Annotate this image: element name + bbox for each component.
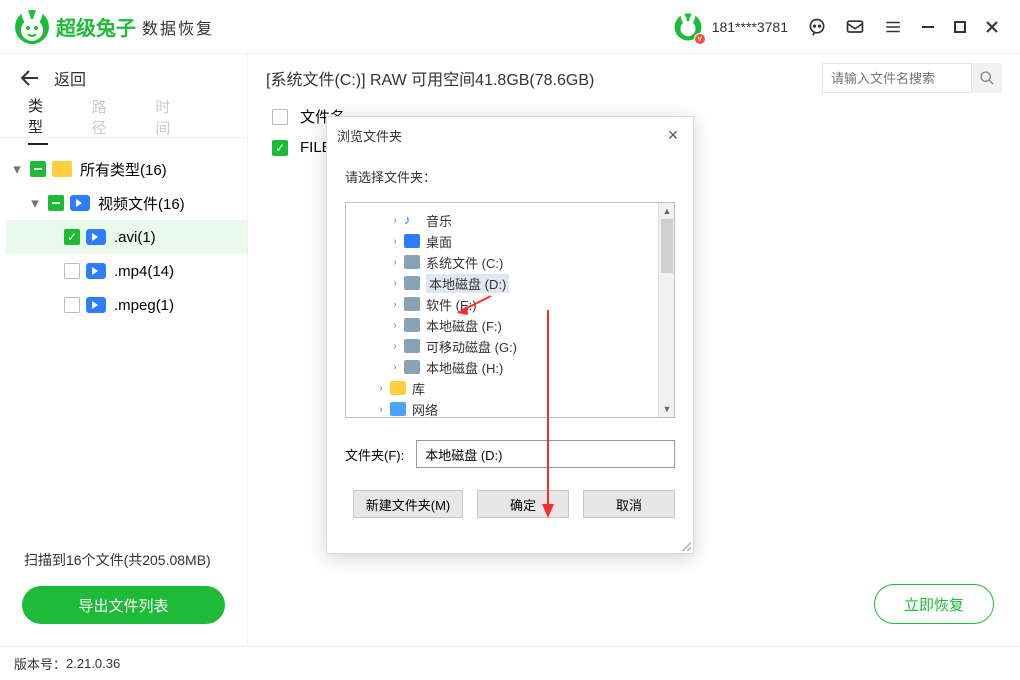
tree-item-desktop[interactable]: ›桌面 — [374, 231, 674, 251]
scroll-thumb[interactable] — [661, 219, 673, 273]
cancel-button[interactable]: 取消 — [583, 490, 675, 518]
dialog-scrollbar[interactable]: ▲ ▼ — [658, 203, 674, 417]
dialog-close-button[interactable]: × — [663, 125, 683, 146]
user-phone: 181****3781 — [712, 19, 788, 35]
checkbox[interactable] — [30, 161, 46, 177]
search-button[interactable] — [972, 63, 1002, 93]
tree-item-g[interactable]: ›可移动磁盘 (G:) — [374, 336, 674, 356]
tree-item-e[interactable]: ›软件 (E:) — [374, 294, 674, 314]
browse-folder-dialog: 浏览文件夹 × 请选择文件夹： ›♪音乐 ›桌面 ›系统文件 (C:) ›本地磁… — [326, 116, 694, 554]
checkbox[interactable] — [64, 229, 80, 245]
alert-badge-icon: v — [694, 33, 706, 45]
tree-label: .avi(1) — [114, 229, 156, 246]
tree-node-mp4[interactable]: .mp4(14) — [6, 254, 247, 288]
chevron-down-icon[interactable]: ▾ — [28, 194, 42, 212]
folder-tree: ›♪音乐 ›桌面 ›系统文件 (C:) ›本地磁盘 (D:) ›软件 (E:) … — [345, 202, 675, 418]
new-folder-button[interactable]: 新建文件夹(M) — [353, 490, 463, 518]
checkbox[interactable] — [64, 263, 80, 279]
checkbox[interactable] — [48, 195, 64, 211]
filter-tabbar: 类型 路径 时间 — [0, 102, 247, 138]
dialog-title: 浏览文件夹 — [337, 126, 402, 145]
tree-label: .mp4(14) — [114, 263, 174, 280]
tree-item-network[interactable]: ›网络 — [374, 399, 674, 418]
search-input[interactable] — [822, 63, 972, 93]
video-icon — [86, 297, 106, 313]
tab-time[interactable]: 时间 — [155, 96, 175, 144]
checkbox[interactable] — [272, 140, 288, 156]
type-tree: ▾ 所有类型(16) ▾ 视频文件(16) .avi(1) — [0, 138, 247, 322]
resize-grip-icon[interactable] — [679, 539, 691, 551]
tree-label: 视频文件(16) — [98, 193, 185, 214]
recover-button[interactable]: 立即恢复 — [874, 584, 994, 624]
scroll-up-icon[interactable]: ▲ — [659, 203, 675, 219]
user-avatar-icon[interactable]: v — [672, 11, 704, 43]
menu-icon[interactable] — [882, 16, 904, 38]
status-bar: 版本号： 2.21.0.36 — [0, 646, 1020, 680]
video-icon — [86, 263, 106, 279]
export-list-button[interactable]: 导出文件列表 — [22, 586, 225, 624]
scan-summary: 扫描到16个文件(共205.08MB) — [0, 524, 247, 586]
ok-button[interactable]: 确定 — [477, 490, 569, 518]
app-name: 超级兔子 — [56, 12, 136, 41]
chat-icon[interactable] — [806, 16, 828, 38]
scroll-down-icon[interactable]: ▼ — [659, 401, 675, 417]
video-icon — [86, 229, 106, 245]
tab-type[interactable]: 类型 — [28, 95, 48, 145]
checkbox[interactable] — [64, 297, 80, 313]
app-subtitle: 数据恢复 — [142, 15, 214, 39]
current-path: [系统文件(C:)] RAW 可用空间41.8GB(78.6GB) — [266, 66, 594, 90]
app-header: 超级兔子 数据恢复 v 181****3781 — [0, 0, 1020, 54]
close-button[interactable] — [982, 17, 1002, 37]
tree-node-video[interactable]: ▾ 视频文件(16) — [6, 186, 247, 220]
tree-item-c[interactable]: ›系统文件 (C:) — [374, 252, 674, 272]
video-icon — [70, 195, 90, 211]
folder-field-input[interactable] — [416, 440, 675, 468]
version-number: 2.21.0.36 — [66, 656, 120, 671]
feedback-icon[interactable] — [844, 16, 866, 38]
maximize-button[interactable] — [950, 17, 970, 37]
version-label: 版本号： — [14, 654, 66, 673]
tree-node-mpeg[interactable]: .mpeg(1) — [6, 288, 247, 322]
back-label: 返回 — [54, 66, 86, 90]
folder-field-label: 文件夹(F): — [345, 445, 404, 464]
select-all-checkbox[interactable] — [272, 109, 288, 125]
sidebar: 返回 类型 路径 时间 ▾ 所有类型(16) ▾ 视频文件(16) — [0, 54, 248, 646]
tree-item-music[interactable]: ›♪音乐 — [374, 210, 674, 230]
tree-item-d[interactable]: ›本地磁盘 (D:) — [374, 273, 674, 293]
tree-item-lib[interactable]: ›库 — [374, 378, 674, 398]
tab-path[interactable]: 路径 — [92, 96, 112, 144]
minimize-button[interactable] — [918, 17, 938, 37]
dialog-prompt: 请选择文件夹： — [327, 153, 693, 196]
tree-label: .mpeg(1) — [114, 297, 174, 314]
tree-node-all[interactable]: ▾ 所有类型(16) — [6, 152, 247, 186]
tree-item-h[interactable]: ›本地磁盘 (H:) — [374, 357, 674, 377]
tree-node-avi[interactable]: .avi(1) — [6, 220, 247, 254]
tree-item-f[interactable]: ›本地磁盘 (F:) — [374, 315, 674, 335]
chevron-down-icon[interactable]: ▾ — [10, 160, 24, 178]
app-logo-icon — [12, 7, 52, 47]
folder-icon — [52, 161, 72, 177]
tree-label: 所有类型(16) — [80, 159, 167, 180]
